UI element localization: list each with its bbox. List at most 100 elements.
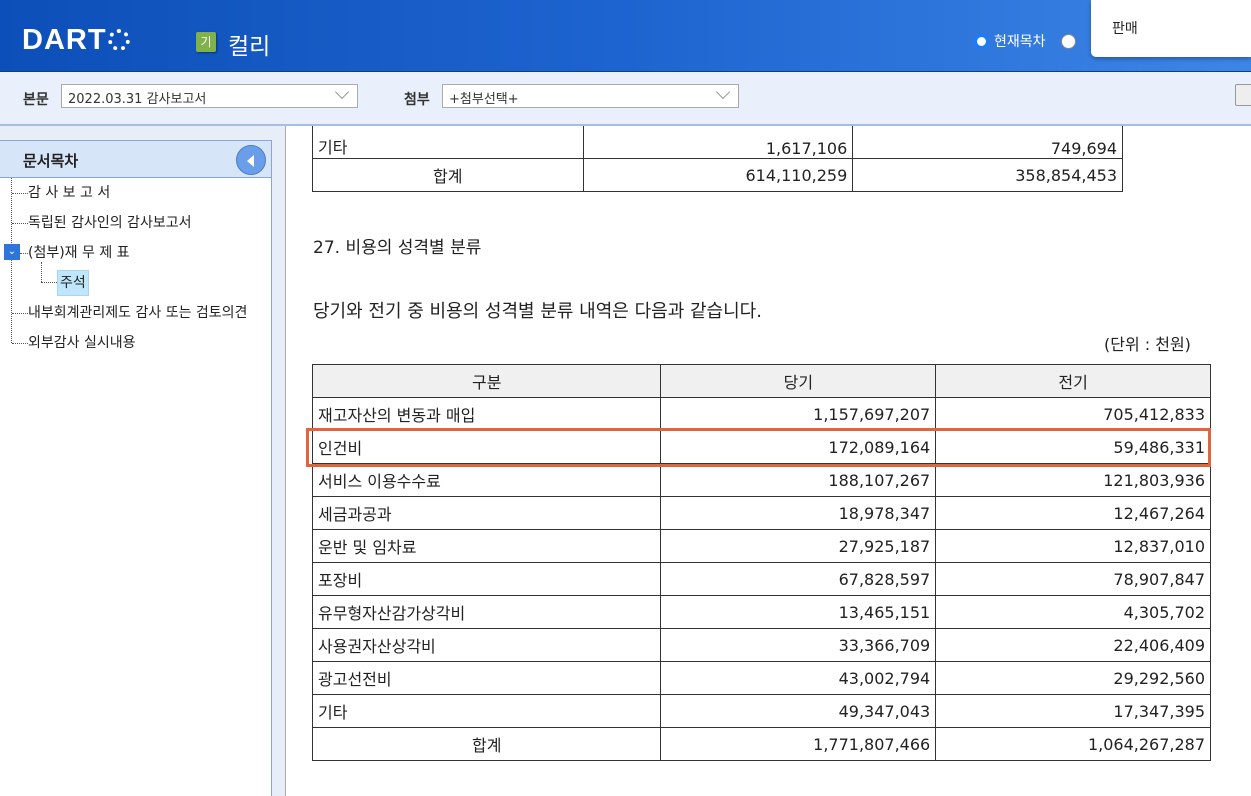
tree-line <box>11 178 12 343</box>
table-row: 세금과공과 18,978,347 12,467,264 <box>311 496 1211 530</box>
monitor-icon[interactable] <box>1235 84 1251 106</box>
tree-line <box>41 282 57 283</box>
main-label: 본문 <box>23 92 49 108</box>
toc-radio-group: 현재목차 <box>974 31 1076 51</box>
attach-select-value: +첨부선택+ <box>449 92 519 107</box>
table-row: 서비스 이용수수료 188,107,267 121,803,936 <box>311 463 1211 497</box>
toolbar: 본문 2022.03.31 감사보고서 첨부 +첨부선택+ <box>0 72 1251 126</box>
tree-line <box>12 313 28 314</box>
cell: 614,110,259 <box>582 158 854 192</box>
cell: 1,157,697,207 <box>660 397 937 431</box>
logo-text: DART <box>22 24 107 56</box>
section-description: 당기와 전기 중 비용의 성격별 분류 내역은 다음과 같습니다. <box>313 301 762 322</box>
chevron-down-icon <box>715 84 731 100</box>
expand-chevron-icon[interactable]: ⌄ <box>4 244 20 260</box>
expense-table: 구분 당기 전기 재고자산의 변동과 매입 1,157,697,207 705,41… <box>311 364 1211 761</box>
popup-text: 판매 <box>1112 21 1138 37</box>
table-header-row: 구분 당기 전기 <box>311 364 1211 398</box>
logo-sun-icon <box>107 29 130 51</box>
unit-label: (단위 : 천원) <box>1104 335 1191 354</box>
collapse-sidebar-button[interactable] <box>236 145 266 175</box>
cell: 기타 <box>312 126 584 159</box>
tree-line <box>12 223 28 224</box>
toc-item[interactable]: 독립된 감사인의 감사보고서 <box>28 212 191 234</box>
table-row: 기타 1,617,106 749,694 <box>312 126 1123 159</box>
cell: 세금과공과 <box>311 496 662 530</box>
table-row: 광고선전비 43,002,794 29,292,560 <box>311 661 1211 695</box>
header-cell: 전기 <box>935 364 1211 398</box>
cell: 22,406,409 <box>935 628 1211 662</box>
cell: 운반 및 임차료 <box>311 529 662 563</box>
attach-label: 첨부 <box>404 92 430 108</box>
cell: 12,837,010 <box>935 529 1211 563</box>
cell: 67,828,597 <box>660 562 937 596</box>
header-cell: 당기 <box>660 364 937 398</box>
search-popup[interactable]: 판매 <box>1091 0 1251 57</box>
highlight-box <box>306 428 1211 467</box>
cell: 유무형자산감가상각비 <box>311 595 662 629</box>
toc-item[interactable]: 외부감사 실시내용 <box>28 332 136 354</box>
header-cell: 구분 <box>311 364 662 398</box>
sidebar-title: 문서목차 <box>23 152 79 170</box>
cell: 12,467,264 <box>935 496 1211 530</box>
tree-line <box>41 262 42 282</box>
market-badge: 기 <box>196 32 216 52</box>
table-row: 기타 49,347,043 17,347,395 <box>311 694 1211 728</box>
header: DART 기 컬리 현재목차 판매 <box>0 0 1251 72</box>
cell: 188,107,267 <box>660 463 937 497</box>
cell: 합계 <box>311 727 662 761</box>
radio-current-label: 현재목차 <box>994 34 1046 50</box>
cell: 광고선전비 <box>311 661 662 695</box>
cell: 사용권자산상각비 <box>311 628 662 662</box>
tree-line <box>12 193 28 194</box>
toc-item[interactable]: 내부회계관리제도 감사 또는 검토의견 <box>28 302 270 324</box>
attach-select[interactable]: +첨부선택+ <box>442 84 739 108</box>
tree-line <box>20 253 28 254</box>
toc-item[interactable]: (첨부)재 무 제 표 <box>28 242 130 264</box>
document-content: 기타 1,617,106 749,694 합계 614,110,259 358,854,… <box>285 126 1251 796</box>
radio-other[interactable] <box>1060 33 1076 49</box>
table-row: 유무형자산감가상각비 13,465,151 4,305,702 <box>311 595 1211 629</box>
cell: 기타 <box>311 694 662 728</box>
cell: 705,412,833 <box>935 397 1211 431</box>
cell: 78,907,847 <box>935 562 1211 596</box>
dart-logo[interactable]: DART <box>22 24 130 57</box>
cell: 17,347,395 <box>935 694 1211 728</box>
cell: 27,925,187 <box>660 529 937 563</box>
tree-line <box>12 343 28 344</box>
cell: 재고자산의 변동과 매입 <box>311 397 662 431</box>
radio-current-toc[interactable] <box>974 33 989 49</box>
chevron-down-icon <box>334 84 350 100</box>
cell: 749,694 <box>852 126 1123 159</box>
company-name: 컬리 <box>228 34 271 60</box>
section-title: 27. 비용의 성격별 분류 <box>313 238 482 258</box>
cell: 33,366,709 <box>660 628 937 662</box>
cell: 121,803,936 <box>935 463 1211 497</box>
main-report-select[interactable]: 2022.03.31 감사보고서 <box>61 84 358 108</box>
sidebar-header: 문서목차 <box>0 141 271 178</box>
cell: 358,854,453 <box>852 158 1123 192</box>
table-row: 합계 614,110,259 358,854,453 <box>312 158 1123 192</box>
toc-item-selected[interactable]: 주석 <box>57 270 89 296</box>
toc-item[interactable]: 감 사 보 고 서 <box>28 182 110 204</box>
table-row: 운반 및 임차료 27,925,187 12,837,010 <box>311 529 1211 563</box>
cell: 서비스 이용수수료 <box>311 463 662 497</box>
cell: 1,064,267,287 <box>935 727 1211 761</box>
prev-table: 기타 1,617,106 749,694 합계 614,110,259 358,854,… <box>312 126 1123 192</box>
cell: 49,347,043 <box>660 694 937 728</box>
total-row: 합계 1,771,807,466 1,064,267,287 <box>311 727 1211 761</box>
cell: 포장비 <box>311 562 662 596</box>
cell: 4,305,702 <box>935 595 1211 629</box>
cell: 1,771,807,466 <box>660 727 937 761</box>
cell: 합계 <box>312 158 584 192</box>
cell: 29,292,560 <box>935 661 1211 695</box>
cell: 13,465,151 <box>660 595 937 629</box>
cell: 1,617,106 <box>582 126 854 159</box>
cell: 43,002,794 <box>660 661 937 695</box>
main-select-value: 2022.03.31 감사보고서 <box>68 92 207 107</box>
table-row: 사용권자산상각비 33,366,709 22,406,409 <box>311 628 1211 662</box>
table-row: 포장비 67,828,597 78,907,847 <box>311 562 1211 596</box>
table-row: 재고자산의 변동과 매입 1,157,697,207 705,412,833 <box>311 397 1211 431</box>
sidebar: 문서목차 감 사 보 고 서 독립된 감사인의 감사보고서 ⌄ (첨부)재 무 … <box>0 140 272 796</box>
cell: 18,978,347 <box>660 496 937 530</box>
